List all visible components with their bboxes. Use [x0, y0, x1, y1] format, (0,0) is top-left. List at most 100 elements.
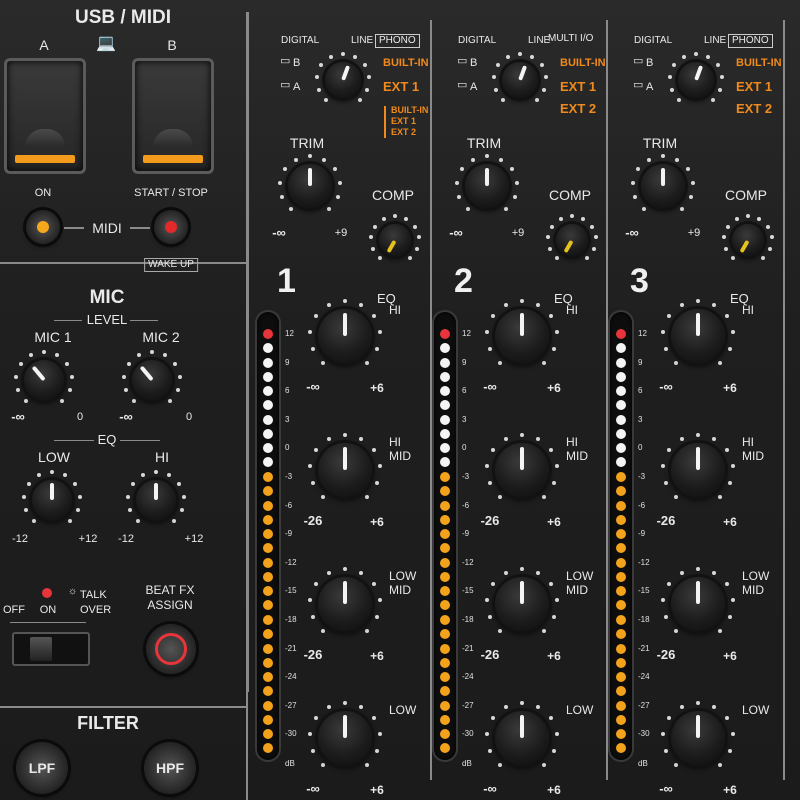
ch2-meter-segment: [440, 514, 450, 525]
ch3-input-select-knob[interactable]: [678, 62, 714, 98]
ch3-eq-low-knob-tick: [730, 732, 735, 737]
ch2-eq-hi-mid-knob[interactable]: [495, 443, 549, 497]
ch1-eq-band-label: MID: [389, 449, 411, 463]
mic1-level-knob-pointer: [31, 365, 46, 382]
ch2-trim-knob-tick: [465, 206, 470, 211]
ch1-trim-knob[interactable]: [288, 164, 332, 208]
ch1-eq-low-mid-knob-tick: [310, 615, 315, 620]
ch2-eq-hi-mid-knob-tick: [552, 481, 557, 486]
ch3-eq-hi-knob[interactable]: [671, 309, 725, 363]
mic1-level-max: 0: [76, 411, 84, 423]
hpf-button[interactable]: HPF: [144, 742, 196, 794]
ch1-eq-band-min: -∞: [306, 379, 320, 394]
midi-start-stop-button[interactable]: [154, 210, 188, 244]
ch3-trim-knob-tick: [633, 195, 638, 200]
ch1-meter-segment: [263, 586, 273, 597]
ch3-eq-band-label: LOW: [742, 703, 770, 717]
ch3-meter-segment: [616, 472, 626, 482]
ch1-eq-low-mid-knob-tick: [377, 598, 382, 603]
ch3-comp-knob-tick: [722, 235, 727, 240]
ch2-input-select-knob[interactable]: [502, 62, 538, 98]
ch1-input-select-knob-tick: [366, 75, 371, 80]
ch3-eq-hi-mid-knob[interactable]: [671, 443, 725, 497]
ch2-meter-scale-label: 12: [462, 329, 471, 338]
ch1-meter-segment: [263, 329, 273, 339]
beat-fx-assign-button[interactable]: [146, 624, 196, 674]
channel-divider-2: [606, 20, 608, 780]
ch2-trim-knob-tick: [485, 154, 489, 158]
ch2-comp-knob[interactable]: [556, 224, 588, 256]
mic-eq-bracket-left: [54, 440, 94, 441]
ch2-trim-knob-pointer: [485, 167, 489, 186]
ch1-meter-scale-label: 6: [285, 386, 290, 396]
ch3-eq-low-knob[interactable]: [671, 711, 725, 765]
mic1-level-knob[interactable]: [24, 360, 64, 400]
mic2-level-knob-pointer: [139, 365, 154, 382]
ch3-eq-low-knob-tick: [728, 749, 733, 754]
ch3-comp-knob[interactable]: [732, 224, 764, 256]
usb-port-b-eject-icon: [153, 129, 193, 147]
usb-port-a-button[interactable]: [4, 58, 86, 174]
ch3-meter-segment: [616, 700, 626, 711]
usb-port-b-button[interactable]: [132, 58, 214, 174]
mic-eq-hi-knob-tick: [154, 470, 158, 474]
ch1-meter-scale-label: -30: [285, 729, 297, 739]
ch3-meter-segment: [616, 400, 626, 411]
ch3-meter-scale-label: -18: [638, 615, 650, 624]
ch3-eq-band-max: +6: [723, 381, 737, 395]
usb-midi-title: USB / MIDI: [74, 7, 172, 28]
ch1-meter-segment: [263, 672, 273, 683]
midi-on-button[interactable]: [26, 210, 60, 244]
ch1-eq-hi-mid-knob[interactable]: [318, 443, 372, 497]
mic1-level-knob-tick: [16, 388, 21, 393]
ch2-meter-segment: [440, 600, 450, 611]
ch2-meter-segment: [440, 329, 450, 339]
mic2-level-knob[interactable]: [132, 360, 172, 400]
mic-mode-switch-handle: [30, 637, 52, 661]
hpf-label: HPF: [156, 760, 184, 776]
ch2-eq-hi-mid-knob-tick: [497, 494, 502, 499]
ch1-comp-knob[interactable]: [379, 224, 411, 256]
mic-hi-min: -12: [118, 533, 134, 545]
ch3-trim-knob[interactable]: [641, 164, 685, 208]
ch2-comp-knob-tick: [592, 246, 597, 251]
mic2-level-knob-tick: [126, 362, 131, 367]
ch1-meter-scale-label: -12: [285, 557, 297, 567]
ch1-input-stack-bracket: [384, 106, 386, 138]
mic-eq-low-knob-pointer: [50, 483, 54, 500]
ch3-input-top-right-label: PHONO: [728, 34, 773, 48]
ch3-meter-segment: [616, 457, 626, 468]
ch3-eq-low-mid-knob-tick: [666, 582, 671, 587]
ch1-input-select-knob[interactable]: [325, 62, 361, 98]
ch2-eq-band-label: MID: [566, 583, 588, 597]
ch2-eq-low-mid-knob-tick: [554, 598, 559, 603]
ch1-eq-band-label: LOW: [389, 569, 417, 583]
mic-eq-low-knob[interactable]: [32, 480, 72, 520]
ch1-eq-low-knob-tick: [372, 716, 377, 721]
ch3-eq-hi-knob-pointer: [696, 313, 700, 336]
ch2-input-select-knob-tick: [492, 75, 497, 80]
ch3-eq-low-mid-knob[interactable]: [671, 577, 725, 631]
ch1-input-ext1-label: EXT 1: [383, 79, 420, 94]
ch1-input-top-right-label: PHONO: [375, 34, 420, 48]
ch2-meter-scale-label: -12: [462, 557, 474, 567]
mic-mode-switch[interactable]: [12, 632, 90, 666]
ch2-eq-low-mid-knob[interactable]: [495, 577, 549, 631]
ch2-trim-knob[interactable]: [465, 164, 509, 208]
ch3-eq-hi-mid-knob-tick: [679, 437, 684, 442]
ch2-eq-low-knob[interactable]: [495, 711, 549, 765]
ch1-meter-scale-label: -15: [285, 586, 297, 596]
ch1-eq-hi-knob-tick: [365, 360, 370, 365]
ch3-eq-hi-mid-knob-tick: [725, 448, 730, 453]
ch1-meter-scale-label: 12: [285, 329, 294, 338]
ch1-eq-low-mid-knob[interactable]: [318, 577, 372, 631]
ch2-eq-hi-knob-tick: [552, 347, 557, 352]
lpf-button[interactable]: LPF: [16, 742, 68, 794]
mic-eq-hi-knob[interactable]: [136, 480, 176, 520]
ch1-eq-hi-knob[interactable]: [318, 309, 372, 363]
ch2-trim-knob-tick: [499, 157, 504, 162]
ch2-eq-hi-knob-tick: [503, 303, 508, 308]
ch1-eq-band-label: LOW: [389, 703, 417, 717]
ch2-eq-hi-knob[interactable]: [495, 309, 549, 363]
ch1-eq-low-knob[interactable]: [318, 711, 372, 765]
